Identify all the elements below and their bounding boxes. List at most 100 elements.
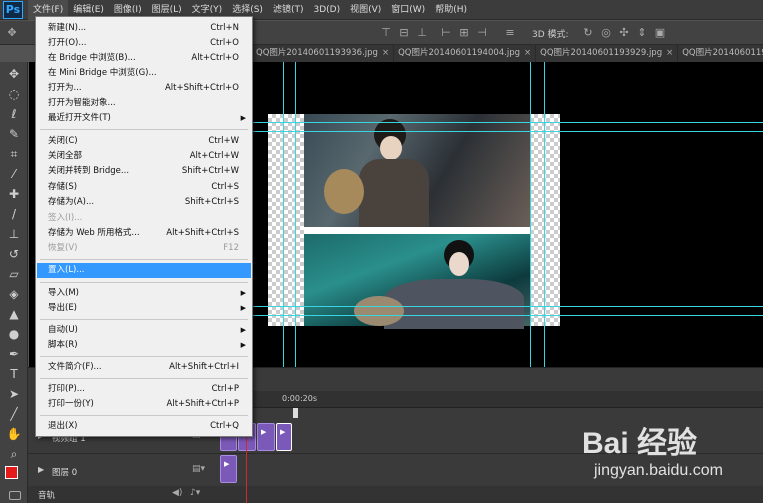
- eyedropper-tool-icon[interactable]: ⁄: [5, 167, 23, 182]
- 3d-pan-icon[interactable]: ✣: [618, 27, 630, 39]
- marquee-tool-icon[interactable]: ◌: [5, 87, 23, 102]
- timeline-clip[interactable]: ▶: [220, 455, 237, 483]
- healing-brush-tool-icon[interactable]: ✚: [5, 187, 23, 202]
- blur-tool-icon[interactable]: ▲: [5, 307, 23, 322]
- menu-item-open-as[interactable]: 打开为... Alt+Shift+Ctrl+O: [37, 81, 251, 96]
- 3d-roll-icon[interactable]: ◎: [600, 27, 612, 39]
- quick-mask-icon[interactable]: [9, 491, 21, 500]
- distribute-icon[interactable]: ≡: [504, 27, 516, 39]
- align-middle-icon[interactable]: ⊟: [398, 27, 410, 39]
- guide-line[interactable]: [252, 306, 763, 307]
- menu-item-open[interactable]: 打开(O)... Ctrl+O: [37, 36, 251, 51]
- menu-item-revert: 恢复(V) F12: [48, 243, 239, 253]
- move-tool-preset-icon[interactable]: ✥: [6, 27, 18, 39]
- lasso-tool-icon[interactable]: ℓ: [5, 107, 23, 122]
- guide-line[interactable]: [295, 62, 296, 367]
- align-left-icon[interactable]: ⊢: [440, 27, 452, 39]
- menu-item-file-info[interactable]: 文件简介(F)... Alt+Shift+Ctrl+I: [37, 360, 251, 375]
- menu-item-save-for-web[interactable]: 存储为 Web 所用格式... Alt+Shift+Ctrl+S: [37, 226, 251, 241]
- guide-line[interactable]: [530, 62, 531, 367]
- dodge-tool-icon[interactable]: ●: [5, 327, 23, 342]
- menu-item-browse-bridge[interactable]: 在 Bridge 中浏览(B)... Alt+Ctrl+O: [37, 51, 251, 66]
- paint-bucket-tool-icon[interactable]: ◈: [5, 287, 23, 302]
- film-icon[interactable]: ▤▾: [192, 464, 205, 474]
- menu-item-scripts[interactable]: 脚本(R) ▶: [37, 338, 251, 353]
- foreground-color-swatch[interactable]: [5, 466, 18, 479]
- menu-item-exit[interactable]: 退出(X) Ctrl+Q: [37, 419, 251, 434]
- zoom-tool-icon[interactable]: ⌕: [5, 447, 23, 462]
- move-tool-icon[interactable]: ✥: [5, 67, 23, 82]
- brush-tool-icon[interactable]: /: [5, 207, 23, 222]
- align-top-icon[interactable]: ⊤: [380, 27, 392, 39]
- 3d-mode-label: 3D 模式:: [532, 30, 569, 40]
- menu-item-open-smart-object[interactable]: 打开为智能对象...: [37, 96, 251, 111]
- track-label: 图层 0: [52, 468, 78, 478]
- menu-item-close-all[interactable]: 关闭全部 Alt+Ctrl+W: [37, 149, 251, 164]
- expand-arrow-icon[interactable]: ▶: [38, 465, 44, 474]
- menu-item-automate[interactable]: 自动(U) ▶: [37, 323, 251, 338]
- menu-item-check-in: 签入(I)...: [48, 213, 83, 223]
- document-tab[interactable]: QQ图片20140601193929.jpg ×: [536, 45, 679, 62]
- playhead-handle[interactable]: [293, 408, 298, 418]
- music-note-icon[interactable]: ♪▾: [190, 488, 200, 498]
- 3d-rotate-icon[interactable]: ↻: [582, 27, 594, 39]
- 3d-scale-icon[interactable]: ▣: [654, 27, 666, 39]
- eraser-tool-icon[interactable]: ▱: [5, 267, 23, 282]
- submenu-arrow-icon: ▶: [240, 341, 246, 349]
- menu-view[interactable]: 视图(V): [345, 0, 386, 20]
- speaker-icon[interactable]: ◀): [172, 488, 182, 498]
- menu-item-new[interactable]: 新建(N)... Ctrl+N: [37, 21, 251, 36]
- close-tab-icon[interactable]: ×: [382, 48, 389, 58]
- menu-item-print[interactable]: 打印(P)... Ctrl+P: [37, 382, 251, 397]
- close-tab-icon[interactable]: ×: [666, 48, 673, 58]
- timeline-clip[interactable]: ▶: [257, 423, 275, 451]
- line-tool-icon[interactable]: ╱: [5, 407, 23, 422]
- baidu-jingyan-watermark: Bai 经验 jingyan.baidu.com: [582, 427, 723, 479]
- 3d-slide-icon[interactable]: ⇕: [636, 27, 648, 39]
- submenu-arrow-icon: ▶: [240, 114, 246, 122]
- document-tab[interactable]: QQ图片20140601193936.jpg ×: [252, 45, 395, 62]
- menu-item-save[interactable]: 存储(S) Ctrl+S: [37, 180, 251, 195]
- menu-separator: [40, 415, 248, 416]
- audio-track-label: 音轨: [38, 491, 56, 501]
- menu-item-place[interactable]: 置入(L)...: [37, 263, 251, 278]
- transparent-area-right: [530, 114, 560, 326]
- document-tab[interactable]: QQ图片20140601193906.jpg: [678, 45, 763, 62]
- menu-separator: [40, 378, 248, 379]
- menu-item-import[interactable]: 导入(M) ▶: [37, 286, 251, 301]
- menu-window[interactable]: 窗口(W): [386, 0, 430, 20]
- menu-separator: [40, 319, 248, 320]
- file-menu-dropdown: 新建(N)... Ctrl+N 打开(O)... Ctrl+O 在 Bridge 中…: [35, 16, 253, 437]
- align-right-icon[interactable]: ⊣: [476, 27, 488, 39]
- hand-tool-icon[interactable]: ✋: [5, 427, 23, 442]
- menu-item-recent-files[interactable]: 最近打开文件(T) ▶: [37, 111, 251, 126]
- menu-item-export[interactable]: 导出(E) ▶: [37, 301, 251, 316]
- menu-filter[interactable]: 滤镜(T): [268, 0, 309, 20]
- document-tabs: QQ图片20140601193936.jpg × QQ图片201406011940…: [252, 45, 763, 62]
- guide-line[interactable]: [252, 315, 763, 316]
- path-selection-tool-icon[interactable]: ➤: [5, 387, 23, 402]
- document-tab[interactable]: QQ图片20140601194004.jpg ×: [394, 45, 537, 62]
- clone-stamp-tool-icon[interactable]: ⊥: [5, 227, 23, 242]
- submenu-arrow-icon: ▶: [240, 304, 246, 312]
- pen-tool-icon[interactable]: ✒: [5, 347, 23, 362]
- guide-line[interactable]: [252, 131, 763, 132]
- menu-item-print-one[interactable]: 打印一份(Y) Alt+Shift+Ctrl+P: [37, 397, 251, 412]
- menu-help[interactable]: 帮助(H): [430, 0, 472, 20]
- history-brush-tool-icon[interactable]: ↺: [5, 247, 23, 262]
- guide-line[interactable]: [544, 62, 545, 367]
- type-tool-icon[interactable]: T: [5, 367, 23, 382]
- guide-line[interactable]: [283, 62, 284, 367]
- timeline-clip[interactable]: ▶: [276, 423, 292, 451]
- align-bottom-icon[interactable]: ⊥: [416, 27, 428, 39]
- menu-item-close-go-bridge[interactable]: 关闭并转到 Bridge... Shift+Ctrl+W: [37, 164, 251, 179]
- align-center-icon[interactable]: ⊞: [458, 27, 470, 39]
- crop-tool-icon[interactable]: ⌗: [5, 147, 23, 162]
- menu-item-close[interactable]: 关闭(C) Ctrl+W: [37, 134, 251, 149]
- quick-select-tool-icon[interactable]: ✎: [5, 127, 23, 142]
- guide-line[interactable]: [252, 122, 763, 123]
- menu-3d[interactable]: 3D(D): [308, 0, 345, 20]
- menu-item-save-as[interactable]: 存储为(A)... Shift+Ctrl+S: [37, 195, 251, 210]
- close-tab-icon[interactable]: ×: [524, 48, 531, 58]
- menu-item-browse-mini-bridge[interactable]: 在 Mini Bridge 中浏览(G)...: [37, 66, 251, 81]
